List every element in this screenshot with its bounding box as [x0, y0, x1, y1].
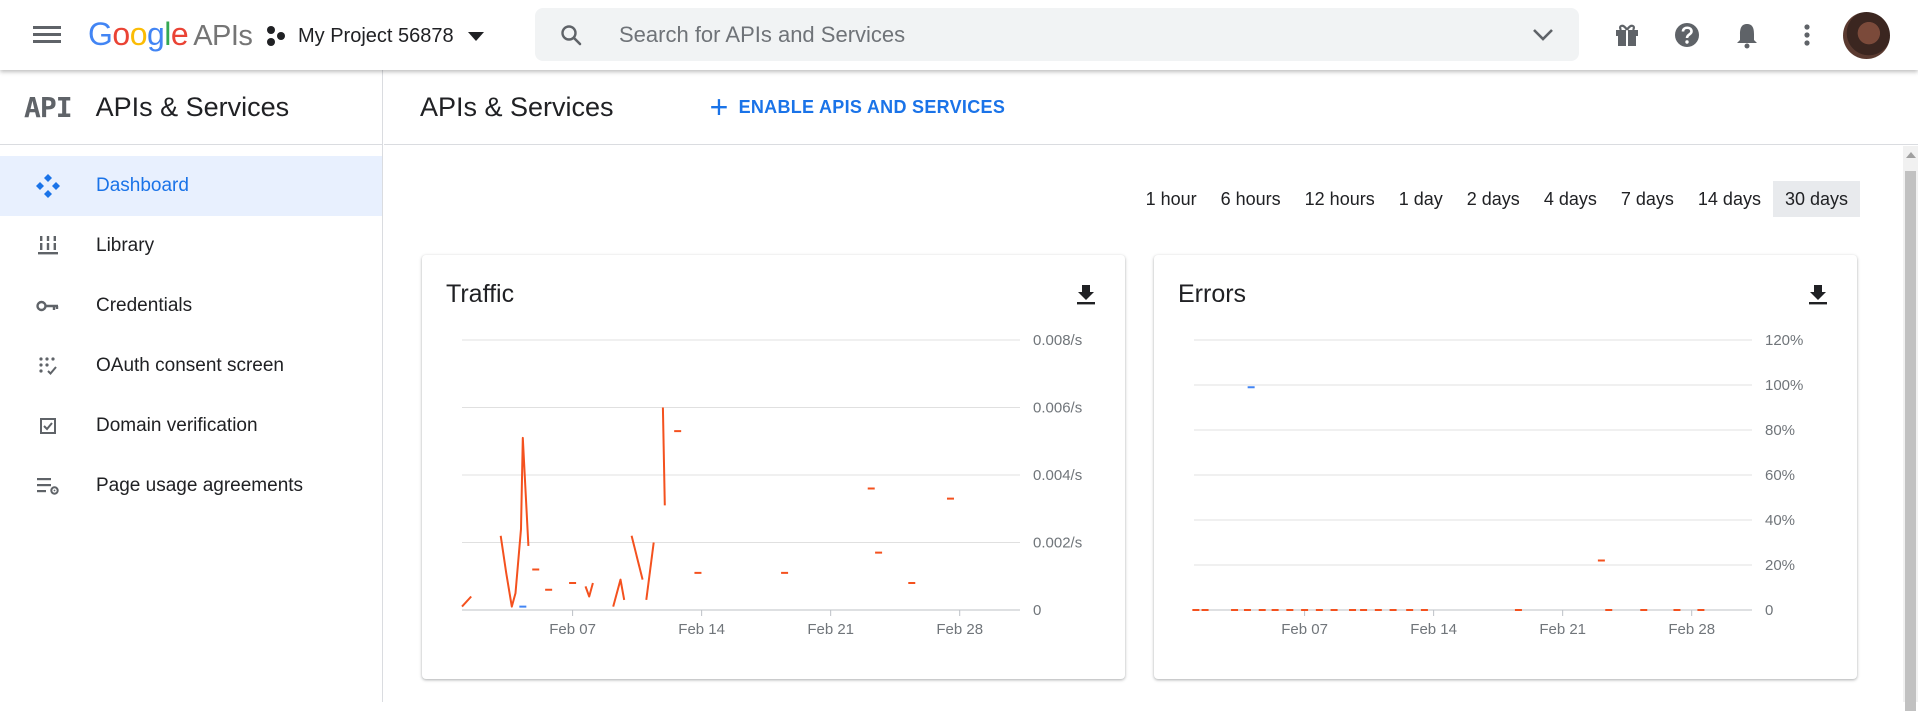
dashboard-icon [24, 173, 72, 199]
enable-apis-label: ENABLE APIS AND SERVICES [738, 96, 1006, 117]
api-logo-icon: API [24, 90, 73, 124]
top-bar: Google APIs My Project 56878 [0, 0, 1918, 70]
time-range-1-hour[interactable]: 1 hour [1134, 181, 1209, 217]
checkbox-icon [24, 417, 72, 435]
series-line [661, 407, 666, 506]
sidebar-header: API APIs & Services [0, 70, 382, 145]
time-range-12-hours[interactable]: 12 hours [1293, 181, 1387, 217]
y-tick-label: 80% [1765, 422, 1795, 439]
sidebar-item-label: Domain verification [96, 415, 258, 436]
settings-list-icon [24, 476, 72, 496]
project-selector[interactable]: My Project 56878 [266, 18, 484, 54]
project-name: My Project 56878 [298, 24, 454, 47]
errors-chart: 120% 100% 80% 60% 40% 20% 0 Feb 07 Feb 14 Feb 21 F… [1192, 332, 1803, 638]
caret-down-icon [467, 31, 484, 41]
y-tick-label: 0 [1033, 602, 1041, 619]
time-range-6-hours[interactable]: 6 hours [1209, 181, 1293, 217]
y-tick-label: 0 [1765, 602, 1773, 619]
chevron-down-icon[interactable] [1531, 26, 1555, 44]
search-icon [561, 25, 582, 46]
project-icon [266, 25, 288, 47]
y-tick-label: 20% [1765, 557, 1795, 574]
y-tick-label: 0.006/s [1033, 400, 1082, 417]
download-icon[interactable] [1075, 283, 1097, 305]
notifications-icon[interactable] [1731, 19, 1763, 51]
x-tick-label: Feb 07 [549, 621, 596, 638]
page-title: APIs & Services [420, 91, 614, 122]
card-title: Errors [1178, 280, 1247, 308]
sidebar-item-label: Library [96, 235, 155, 256]
oauth-icon [24, 356, 72, 376]
google-apis-logo[interactable]: Google APIs [88, 16, 253, 53]
scroll-up-icon[interactable] [1906, 152, 1916, 158]
series-line [612, 578, 626, 607]
y-tick-label: 60% [1765, 467, 1795, 484]
sidebar: API APIs & Services Dashboard Library Cr… [0, 70, 383, 702]
x-tick-label: Feb 28 [936, 621, 983, 638]
enable-apis-button[interactable]: + ENABLE APIS AND SERVICES [709, 89, 1006, 125]
errors-card: 120% 100% 80% 60% 40% 20% 0 Feb 07 Feb 14 Feb 21 F… [1154, 255, 1857, 679]
library-icon [24, 235, 72, 257]
scrollbar[interactable] [1903, 146, 1918, 711]
y-tick-label: 120% [1765, 332, 1803, 349]
series-line [645, 542, 655, 601]
menu-icon[interactable] [30, 22, 64, 48]
traffic-card: 0.008/s 0.006/s 0.004/s 0.002/s 0 Feb 07 Feb 1… [422, 255, 1125, 679]
search-bar [535, 8, 1579, 61]
sidebar-item-dashboard[interactable]: Dashboard [0, 156, 382, 216]
sidebar-item-library[interactable]: Library [0, 216, 382, 276]
y-tick-label: 0.004/s [1033, 467, 1082, 484]
traffic-chart: 0.008/s 0.006/s 0.004/s 0.002/s 0 Feb 07 Feb 1… [461, 332, 1082, 638]
logo-apis: APIs [193, 20, 253, 52]
y-tick-label: 0.002/s [1033, 535, 1082, 552]
sidebar-item-domain-verification[interactable]: Domain verification [0, 396, 382, 456]
series-line [499, 436, 530, 608]
avatar[interactable] [1843, 12, 1890, 59]
sidebar-item-page-usage-agreements[interactable]: Page usage agreements [0, 456, 382, 516]
search-input[interactable] [619, 8, 1519, 61]
sidebar-item-credentials[interactable]: Credentials [0, 276, 382, 336]
series-line [461, 595, 472, 608]
series-line [584, 582, 594, 598]
sidebar-item-label: Page usage agreements [96, 475, 304, 496]
y-tick-label: 40% [1765, 512, 1795, 529]
time-range-4-days[interactable]: 4 days [1532, 181, 1609, 217]
more-vert-icon[interactable] [1791, 19, 1823, 51]
x-tick-label: Feb 14 [1410, 621, 1457, 638]
y-tick-label: 0.008/s [1033, 332, 1082, 349]
gift-icon[interactable] [1611, 19, 1643, 51]
sidebar-title: APIs & Services [95, 91, 290, 122]
sidebar-item-label: OAuth consent screen [96, 355, 284, 376]
sidebar-nav: Dashboard Library Credentials OAuth cons… [0, 156, 382, 516]
page-header: APIs & Services + ENABLE APIS AND SERVIC… [384, 70, 1918, 145]
card-title: Traffic [446, 280, 515, 308]
time-range-30-days[interactable]: 30 days [1772, 181, 1860, 217]
x-tick-label: Feb 07 [1281, 621, 1328, 638]
plus-icon: + [709, 89, 729, 125]
x-tick-label: Feb 21 [1539, 621, 1586, 638]
time-range-1-day[interactable]: 1 day [1387, 181, 1455, 217]
sidebar-item-oauth-consent-screen[interactable]: OAuth consent screen [0, 336, 382, 396]
x-tick-label: Feb 21 [807, 621, 854, 638]
x-tick-label: Feb 28 [1668, 621, 1715, 638]
time-range-14-days[interactable]: 14 days [1686, 181, 1773, 217]
time-range-7-days[interactable]: 7 days [1609, 181, 1686, 217]
key-icon [24, 299, 72, 313]
logo-google: Google [88, 16, 189, 52]
sidebar-item-label: Dashboard [96, 175, 189, 196]
x-tick-label: Feb 14 [678, 621, 725, 638]
sidebar-item-label: Credentials [96, 295, 193, 316]
scrollbar-thumb[interactable] [1905, 171, 1916, 711]
help-icon[interactable] [1671, 19, 1703, 51]
download-icon[interactable] [1807, 283, 1829, 305]
time-range-selector: 1 hour 6 hours 12 hours 1 day 2 days 4 d… [1134, 181, 1860, 217]
y-tick-label: 100% [1765, 377, 1803, 394]
time-range-2-days[interactable]: 2 days [1455, 181, 1532, 217]
